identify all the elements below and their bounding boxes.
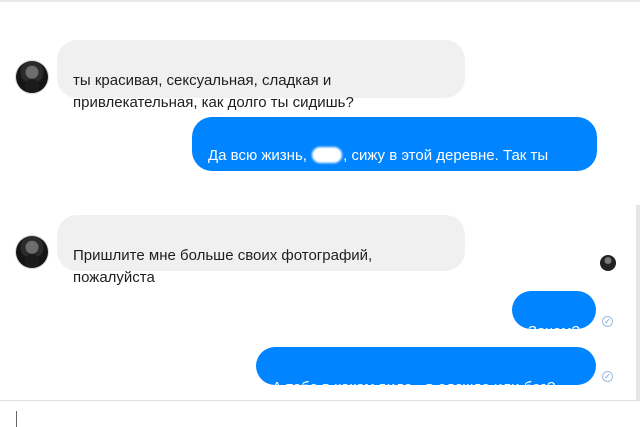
contact-avatar[interactable] — [16, 236, 48, 268]
outgoing-message-3[interactable]: А тебе в каком виде - в одежде или без? — [256, 347, 596, 396]
text-cursor — [16, 411, 17, 427]
message-text: ты красивая, сексуальная, сладкая и прив… — [73, 72, 354, 111]
check-circle-icon: ✓ — [602, 371, 613, 382]
scrollbar-track[interactable] — [636, 205, 640, 427]
check-circle-icon: ✓ — [602, 316, 613, 327]
message-text-start: Да всю жизнь, — [208, 147, 312, 164]
outgoing-message-2[interactable]: Зачем? — [512, 291, 596, 340]
incoming-message-1[interactable]: ты красивая, сексуальная, сладкая и прив… — [57, 40, 465, 111]
message-text: Пришлите мне больше своих фотографий, по… — [73, 247, 373, 286]
chat-thread: ты красивая, сексуальная, сладкая и прив… — [0, 0, 640, 427]
message-text: А тебе в каком виде - в одежде или без? — [272, 379, 556, 396]
redacted-name — [312, 147, 343, 163]
seen-avatar — [600, 255, 616, 271]
outgoing-message-1[interactable]: Да всю жизнь, , сижу в этой деревне. Так… — [192, 117, 597, 186]
contact-avatar[interactable] — [16, 61, 48, 93]
top-divider — [0, 0, 640, 2]
message-text: Зачем? — [528, 323, 580, 340]
message-composer[interactable] — [0, 400, 640, 427]
incoming-message-2[interactable]: Пришлите мне больше своих фотографий, по… — [57, 215, 465, 286]
